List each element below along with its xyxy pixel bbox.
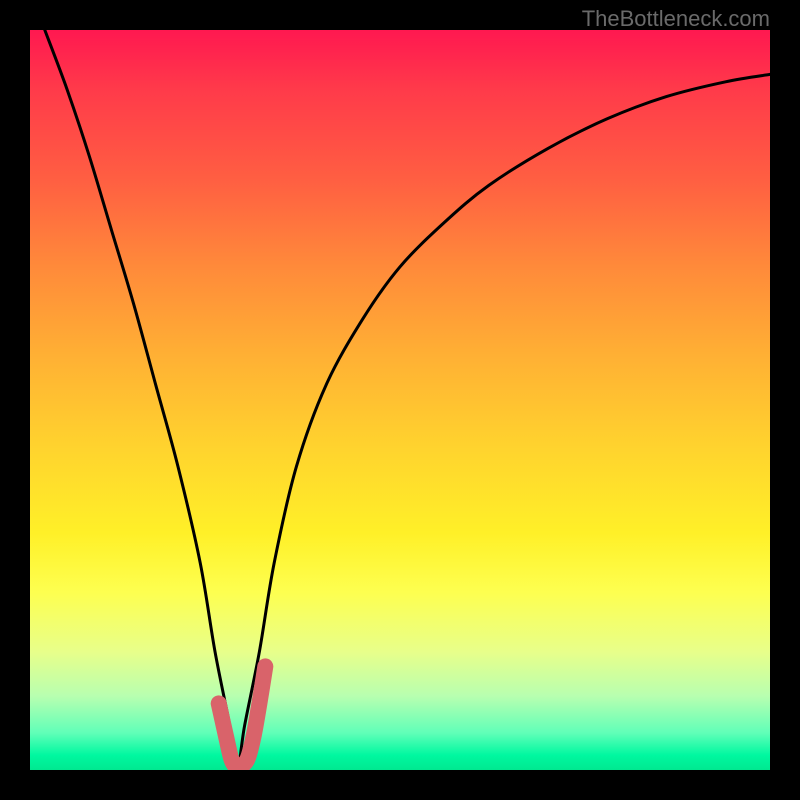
chart-plot-area [30, 30, 770, 770]
watermark-text: TheBottleneck.com [582, 6, 770, 32]
series-black-curve [45, 30, 770, 770]
series-red-highlight [219, 666, 266, 767]
chart-svg [30, 30, 770, 770]
